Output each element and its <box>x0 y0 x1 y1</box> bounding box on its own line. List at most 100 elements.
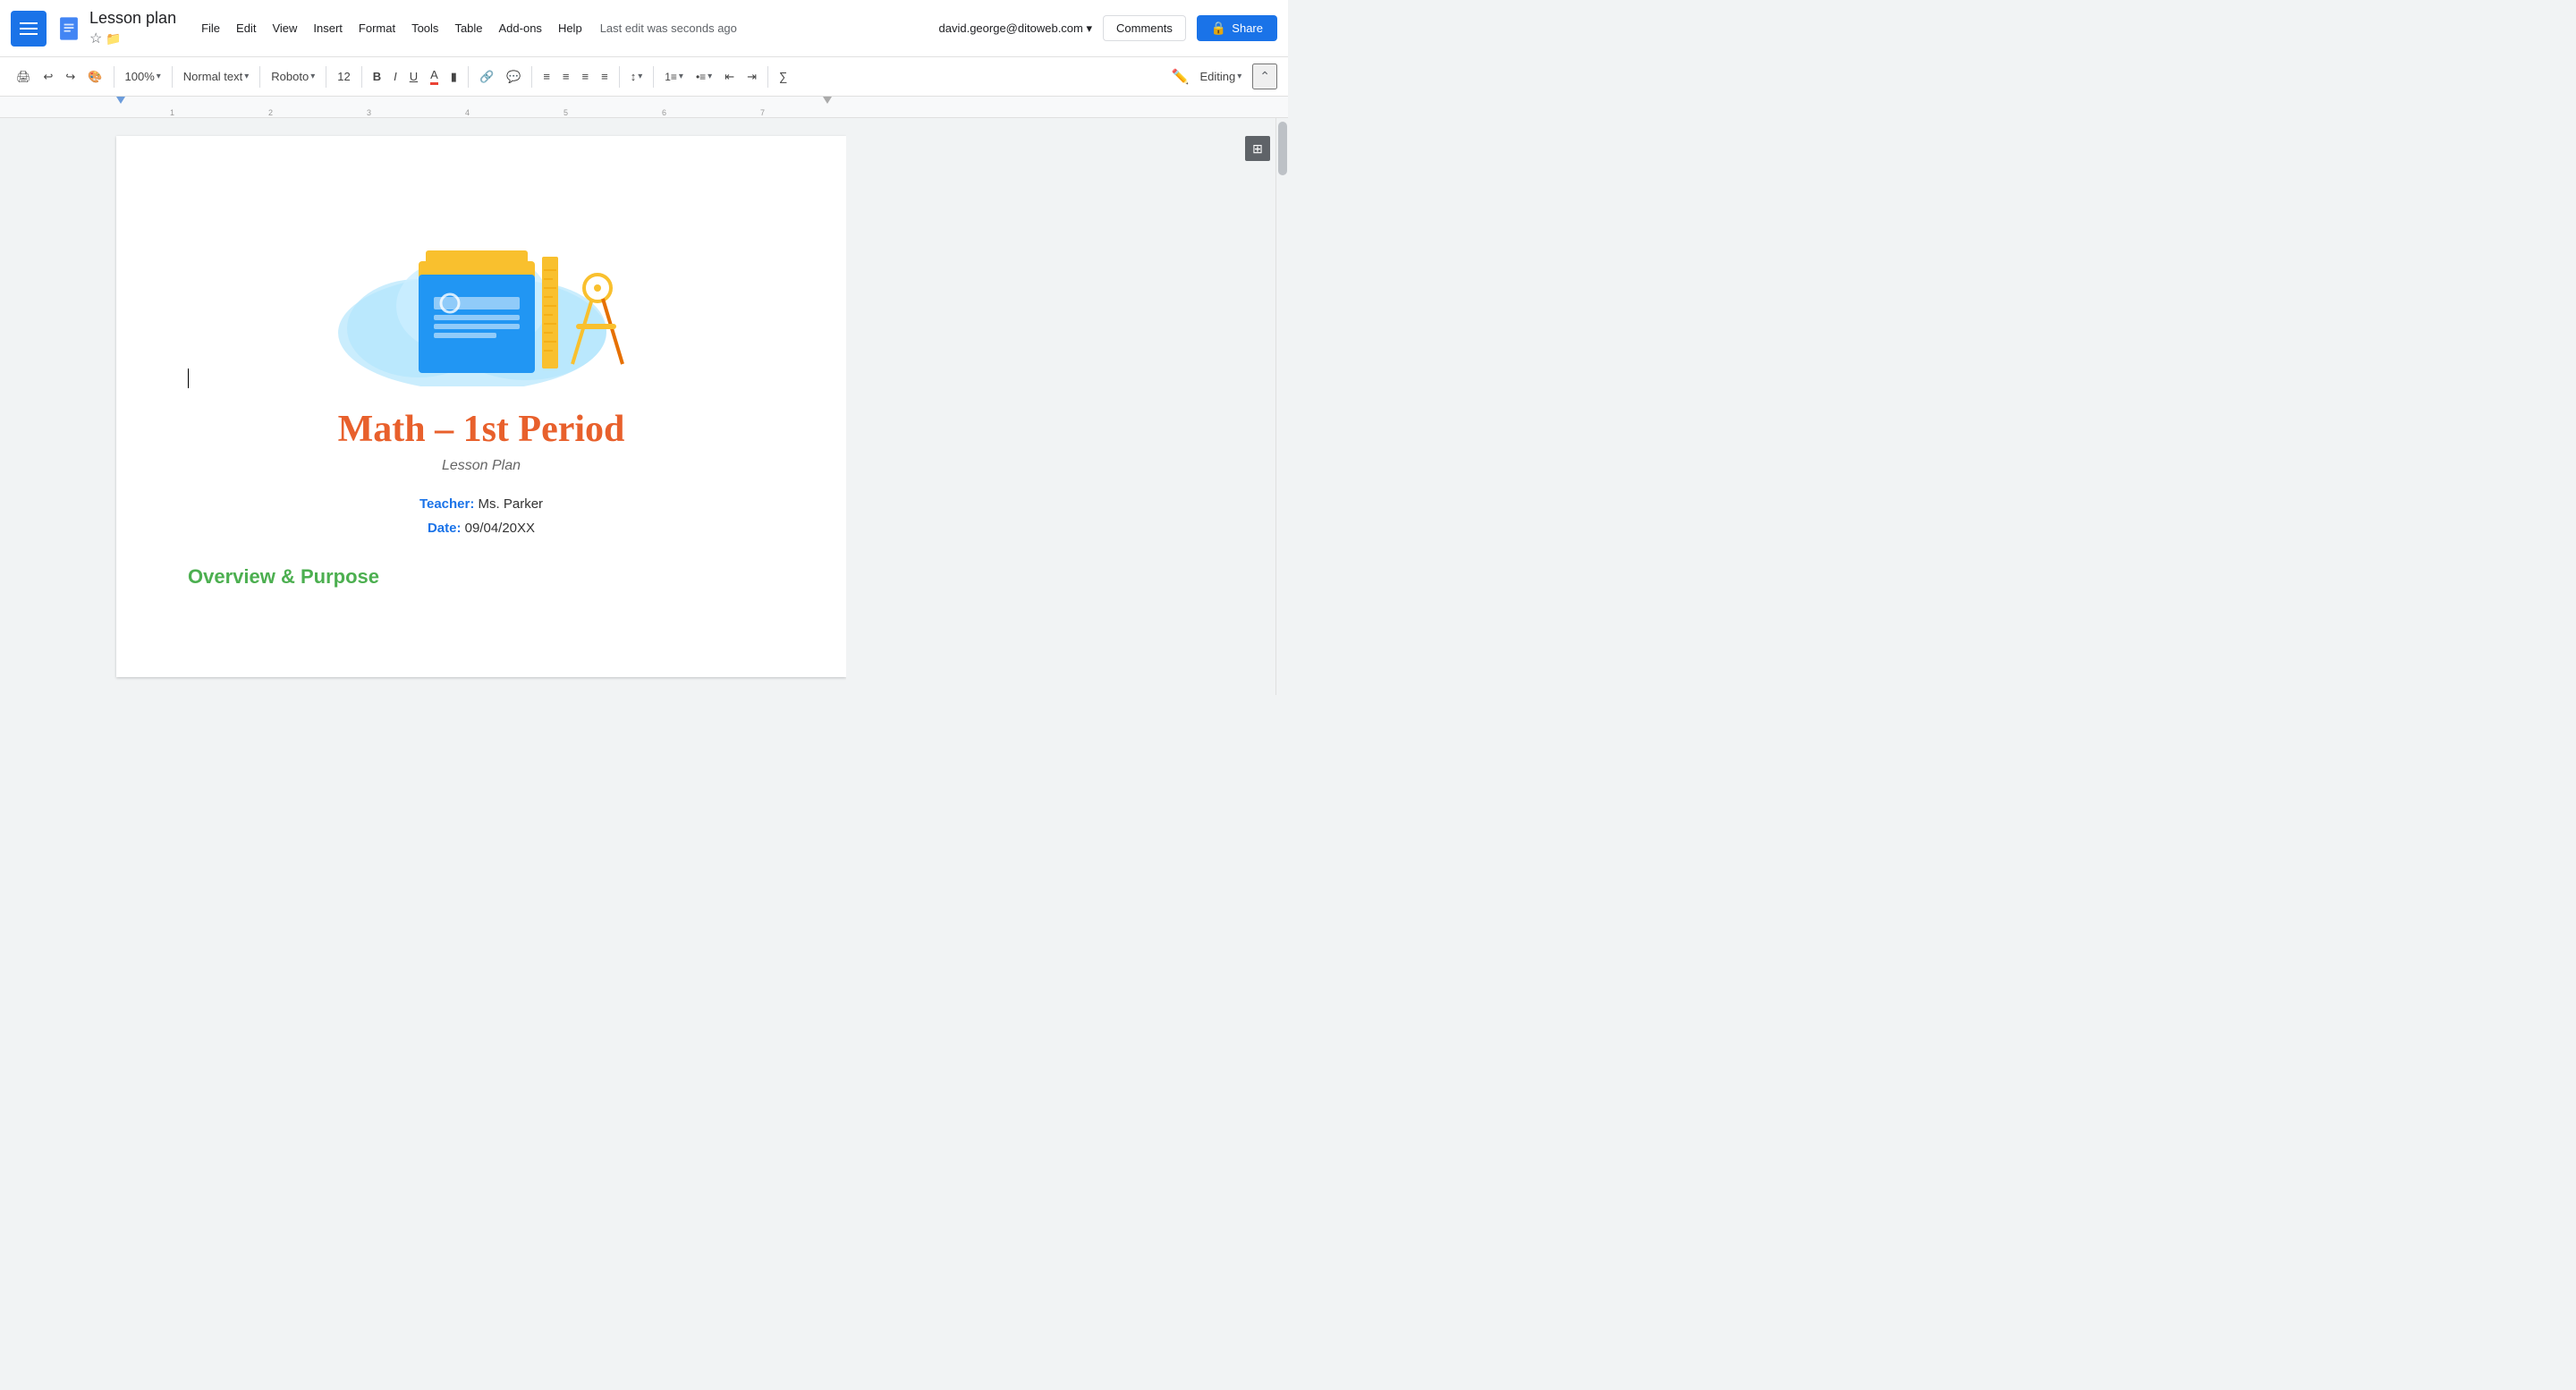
highlight-button[interactable]: ▮ <box>445 66 462 88</box>
separator-8 <box>619 66 620 88</box>
editing-mode-dropdown[interactable]: Editing ▾ <box>1194 66 1247 87</box>
doc-title[interactable]: Lesson plan <box>89 9 176 28</box>
ruler-tick-5: 5 <box>564 108 568 117</box>
main-area: Math – 1st Period Lesson Plan Teacher: M… <box>0 118 1288 695</box>
text-color-label: A <box>430 68 438 85</box>
font-size-value: 12 <box>337 70 350 83</box>
align-left-button[interactable]: ≡ <box>538 66 555 87</box>
ruler-tick-1: 1 <box>170 108 174 117</box>
date-value: 09/04/20XX <box>465 521 535 536</box>
math-illustration-svg <box>311 190 651 386</box>
separator-3 <box>259 66 260 88</box>
top-right-actions: david.george@ditoweb.com ▾ Comments 🔒 Sh… <box>939 15 1277 41</box>
increase-indent-button[interactable]: ⇥ <box>741 66 762 88</box>
text-style-value: Normal text <box>183 70 242 83</box>
zoom-value: 100% <box>125 70 155 83</box>
redo-button[interactable]: ↪ <box>60 66 80 88</box>
decrease-indent-button[interactable]: ⇤ <box>719 66 740 88</box>
undo-button[interactable]: ↩ <box>38 66 59 88</box>
user-email[interactable]: david.george@ditoweb.com ▾ <box>939 21 1092 36</box>
font-size-dropdown[interactable]: 12 <box>332 66 355 87</box>
text-style-arrow: ▾ <box>244 72 249 81</box>
ruler-tick-3: 3 <box>367 108 371 117</box>
text-color-button[interactable]: A <box>425 64 444 89</box>
share-button[interactable]: 🔒 Share <box>1197 15 1277 41</box>
font-value: Roboto <box>271 70 309 83</box>
font-dropdown[interactable]: Roboto ▾ <box>266 66 320 87</box>
bullet-list-icon: •≡ <box>696 71 706 83</box>
align-justify-button[interactable]: ≡ <box>596 66 614 87</box>
separator-5 <box>361 66 362 88</box>
separator-10 <box>767 66 768 88</box>
print-button[interactable]: 🖨 <box>11 66 37 88</box>
align-right-button[interactable]: ≡ <box>577 66 595 87</box>
page-options-button[interactable]: ⊞ <box>1245 136 1270 161</box>
document-subtitle: Lesson Plan <box>188 458 775 474</box>
pencil-icon: ✏️ <box>1172 68 1190 86</box>
menu-view[interactable]: View <box>265 18 304 38</box>
font-arrow: ▾ <box>310 72 315 81</box>
menu-file[interactable]: File <box>194 18 227 38</box>
ruler-tick-2: 2 <box>268 108 273 117</box>
teacher-label: Teacher: <box>419 496 474 512</box>
page-options-icon: ⊞ <box>1252 141 1263 157</box>
lock-icon: 🔒 <box>1211 21 1226 36</box>
folder-icon[interactable]: 📁 <box>106 31 121 47</box>
star-icon[interactable]: ☆ <box>89 30 102 47</box>
align-center-button[interactable]: ≡ <box>557 66 575 87</box>
numbered-list-dropdown[interactable]: 1≡ ▾ <box>659 67 689 87</box>
paint-format-button[interactable]: 🎨 <box>82 66 107 88</box>
ruler-tick-7: 7 <box>760 108 765 117</box>
scrollbar[interactable] <box>1275 118 1288 695</box>
docs-icon <box>55 13 82 45</box>
menu-table[interactable]: Table <box>447 18 489 38</box>
teacher-value: Ms. Parker <box>479 496 544 512</box>
comments-button[interactable]: Comments <box>1103 15 1186 41</box>
editing-mode-area: ✏️ Editing ▾ ⌃ <box>1172 64 1277 89</box>
scroll-thumb[interactable] <box>1278 122 1287 175</box>
right-margin-indicator[interactable] <box>823 97 832 104</box>
bullet-list-dropdown[interactable]: •≡ ▾ <box>691 67 717 87</box>
document-page[interactable]: Math – 1st Period Lesson Plan Teacher: M… <box>116 136 846 677</box>
menu-help[interactable]: Help <box>551 18 589 38</box>
menu-format[interactable]: Format <box>352 18 402 38</box>
header-illustration <box>188 190 775 386</box>
link-button[interactable]: 🔗 <box>474 66 499 88</box>
line-spacing-icon: ↕ <box>631 70 637 83</box>
collapse-toolbar-button[interactable]: ⌃ <box>1252 64 1277 89</box>
left-margin <box>0 118 116 695</box>
zoom-dropdown[interactable]: 100% ▾ <box>120 66 166 87</box>
formula-button[interactable]: ∑ <box>774 66 792 87</box>
menu-tools[interactable]: Tools <box>404 18 445 38</box>
app-menu-button[interactable] <box>11 11 47 47</box>
separator-7 <box>531 66 532 88</box>
editing-mode-arrow: ▾ <box>1237 72 1241 81</box>
numbered-list-icon: 1≡ <box>665 71 677 83</box>
comment-button[interactable]: 💬 <box>501 66 526 88</box>
menu-edit[interactable]: Edit <box>229 18 263 38</box>
document-title: Math – 1st Period <box>188 408 775 451</box>
highlight-icon: ▮ <box>451 70 457 84</box>
underline-button[interactable]: U <box>404 66 423 87</box>
italic-button[interactable]: I <box>388 66 402 87</box>
top-bar: Lesson plan ☆ 📁 File Edit View Insert Fo… <box>0 0 1288 57</box>
separator-6 <box>468 66 469 88</box>
left-margin-indicator[interactable] <box>116 97 125 104</box>
text-style-dropdown[interactable]: Normal text ▾ <box>178 66 255 87</box>
ruler-tick-6: 6 <box>662 108 666 117</box>
date-label: Date: <box>428 521 462 536</box>
menu-insert[interactable]: Insert <box>306 18 350 38</box>
separator-2 <box>172 66 173 88</box>
line-spacing-dropdown[interactable]: ↕ ▾ <box>625 66 648 87</box>
toolbar: 🖨 ↩ ↪ 🎨 100% ▾ Normal text ▾ Roboto ▾ 12… <box>0 57 1288 97</box>
editing-mode-label: Editing <box>1199 70 1235 83</box>
menu-bar: File Edit View Insert Format Tools Table… <box>194 18 589 38</box>
menu-addons[interactable]: Add-ons <box>492 18 549 38</box>
title-area: Lesson plan ☆ 📁 <box>89 9 176 47</box>
doc-meta: ☆ 📁 <box>89 30 176 47</box>
zoom-arrow: ▾ <box>157 72 161 81</box>
bold-button[interactable]: B <box>368 66 386 87</box>
document-teacher-line: Teacher: Ms. Parker <box>188 492 775 516</box>
save-status: Last edit was seconds ago <box>600 21 737 35</box>
ruler-content: 1 2 3 4 5 6 7 <box>116 97 1288 117</box>
